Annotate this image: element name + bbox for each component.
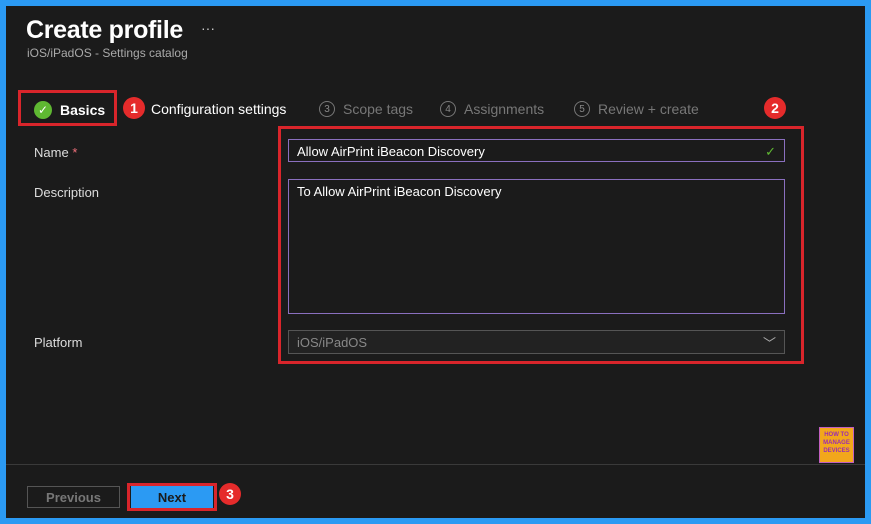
tab-review-create[interactable]: 5 Review + create (574, 101, 699, 117)
step-number: 4 (440, 101, 456, 117)
how-to-manage-devices-logo: HOW TO MANAGE DEVICES (819, 427, 854, 463)
step-number: 3 (319, 101, 335, 117)
step-number: 5 (574, 101, 590, 117)
annotation-badge: 3 (219, 483, 241, 505)
create-profile-window: Create profile ··· iOS/iPadOS - Settings… (6, 6, 865, 518)
highlight-box (127, 483, 217, 511)
tab-label: Scope tags (343, 101, 414, 117)
tab-configuration-settings[interactable]: Configuration settings (151, 101, 286, 117)
tab-assignments[interactable]: 4 Assignments (440, 101, 544, 117)
footer-divider (6, 464, 865, 465)
description-label: Description (34, 185, 100, 200)
annotation-badge: 2 (764, 97, 786, 119)
tab-label: Assignments (464, 101, 545, 117)
annotation-badge: 1 (123, 97, 145, 119)
page-title: Create profile (26, 16, 183, 44)
previous-button[interactable]: Previous (27, 486, 120, 508)
highlight-box (278, 126, 804, 364)
page-subtitle: iOS/iPadOS - Settings catalog (27, 46, 188, 60)
tab-label: Configuration settings (151, 101, 287, 117)
tab-scope-tags[interactable]: 3 Scope tags (319, 101, 413, 117)
more-options-button[interactable]: ··· (201, 20, 215, 36)
tab-label: Review + create (598, 101, 699, 117)
highlight-box (18, 90, 117, 126)
platform-label: Platform (34, 335, 83, 350)
name-label: Name * (34, 145, 78, 160)
